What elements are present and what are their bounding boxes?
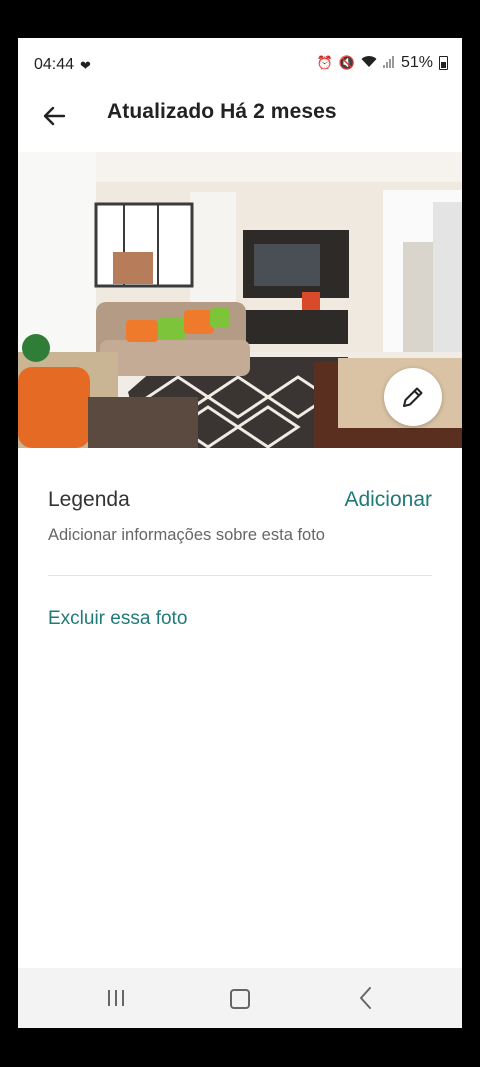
app-screen: 04:44 ❤ ⏰ 🔇 51% Atualizado Há 2 meses Le…: [18, 38, 462, 1028]
delete-photo-button[interactable]: Excluir essa foto: [48, 608, 187, 630]
recent-apps-icon[interactable]: [106, 988, 126, 1008]
mute-icon: 🔇: [338, 55, 355, 70]
caption-label: Legenda: [48, 488, 130, 511]
battery-percent: 51%: [400, 54, 433, 71]
status-bar: 04:44 ❤ ⏰ 🔇 51%: [18, 38, 462, 90]
edit-photo-button[interactable]: [384, 368, 442, 426]
add-caption-button[interactable]: Adicionar: [344, 488, 432, 512]
battery-icon: [439, 56, 448, 70]
back-button[interactable]: [38, 100, 70, 132]
edit-pencil-icon: [403, 387, 423, 407]
caption-hint: Adicionar informações sobre esta foto: [48, 526, 325, 544]
heart-icon: ❤: [80, 58, 91, 73]
status-time: 04:44: [34, 56, 75, 73]
system-nav-bar: [18, 968, 462, 1028]
nav-back-icon[interactable]: [356, 985, 376, 1011]
home-icon[interactable]: [230, 989, 250, 1009]
arrow-left-icon: [43, 106, 66, 126]
app-bar: Atualizado Há 2 meses: [18, 90, 462, 150]
status-icons: ⏰ 🔇 51%: [317, 54, 448, 72]
page-title: Atualizado Há 2 meses: [107, 100, 337, 123]
signal-icon: [382, 55, 395, 71]
wifi-icon: [361, 55, 377, 71]
alarm-icon: ⏰: [316, 55, 333, 70]
divider: [48, 575, 432, 576]
